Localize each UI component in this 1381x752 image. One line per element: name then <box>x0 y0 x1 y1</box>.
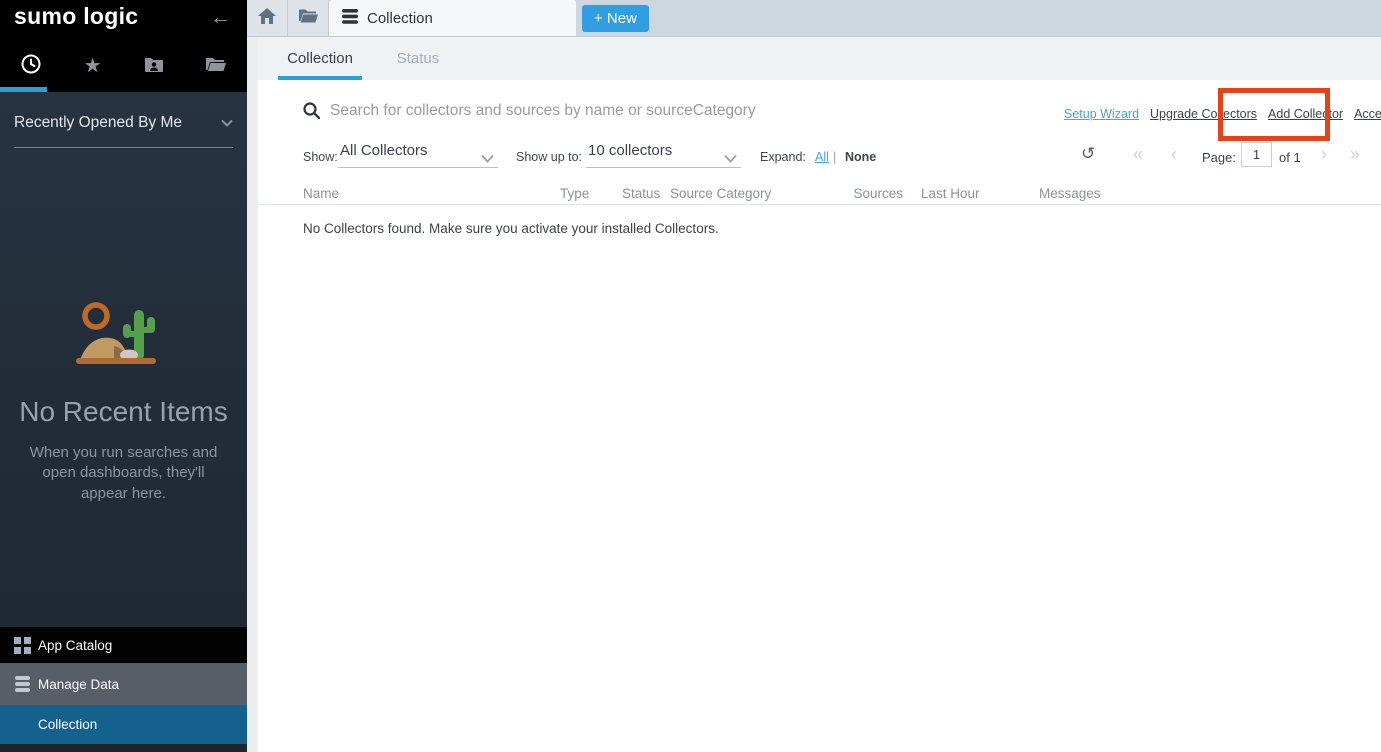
grid-icon <box>14 637 38 654</box>
sidebar-icon-tabs: ★ <box>0 48 247 84</box>
sumo-logic-logo: sumo logic <box>14 3 138 30</box>
tab-collection-page[interactable]: Collection <box>329 0 576 36</box>
star-icon: ★ <box>84 56 102 76</box>
database-icon <box>342 9 358 28</box>
page-tabs: Collection Status <box>258 37 1381 80</box>
tab-favorites[interactable]: ★ <box>62 48 124 84</box>
nav-label: Manage Data <box>38 677 119 692</box>
no-recent-items-title: No Recent Items <box>0 396 247 428</box>
folder-icon <box>206 56 226 77</box>
desert-illustration <box>0 298 247 370</box>
col-sources: Sources <box>853 186 903 201</box>
add-collector-link[interactable]: Add Collector <box>1268 107 1343 121</box>
setup-wizard-link[interactable]: Setup Wizard <box>1064 107 1139 121</box>
tab-label: Collection <box>367 10 433 27</box>
collectors-table-header: Name Type Status Source Category Sources… <box>258 183 1381 205</box>
open-folder-icon <box>299 8 318 28</box>
last-page-icon[interactable]: » <box>1350 144 1360 165</box>
tab-status-label: Status <box>397 50 440 67</box>
col-name: Name <box>303 186 339 201</box>
sun-icon <box>85 305 107 327</box>
main-area: Collection + New Collection Status <box>247 0 1381 752</box>
chevron-down-icon <box>481 150 494 168</box>
first-page-icon[interactable]: « <box>1133 144 1143 165</box>
show-dropdown-value: All Collectors <box>338 142 428 159</box>
access-keys-link[interactable]: Access Keys <box>1354 107 1381 121</box>
database-icon <box>14 676 38 692</box>
content-column: Collection Status Setup Wizard Upgrade C… <box>258 37 1381 752</box>
page-of-label: of 1 <box>1279 150 1301 165</box>
upgrade-collectors-link[interactable]: Upgrade Collectors <box>1150 107 1257 121</box>
tab-collection-label: Collection <box>287 50 353 67</box>
refresh-icon[interactable]: ↻ <box>1081 144 1095 164</box>
sidebar-item-collection[interactable]: Collection <box>0 705 247 744</box>
sidebar-header: sumo logic ← ★ <box>0 0 247 92</box>
new-button[interactable]: + New <box>582 5 649 32</box>
ground-shape <box>76 358 156 364</box>
show-up-to-label: Show up to: <box>516 150 582 164</box>
expand-none-link[interactable]: None <box>845 150 876 164</box>
tab-library[interactable] <box>185 48 247 84</box>
sidebar: sumo logic ← ★ <box>0 0 247 752</box>
sidebar-item-app-catalog[interactable]: App Catalog <box>0 627 247 663</box>
user-folder-icon <box>144 55 164 78</box>
col-status: Status <box>622 186 660 201</box>
col-source-category: Source Category <box>670 186 771 201</box>
next-page-icon[interactable]: › <box>1321 144 1327 165</box>
tab-recent[interactable] <box>0 48 62 84</box>
chevron-down-icon <box>724 150 737 168</box>
sidebar-item-manage-data[interactable]: Manage Data <box>0 663 247 705</box>
recent-panel: Recently Opened By Me No Recent Items Wh… <box>0 92 247 627</box>
no-recent-items-message: When you run searches and open dashboard… <box>0 443 247 504</box>
nav-label: App Catalog <box>38 638 112 653</box>
tab-collection[interactable]: Collection <box>278 37 362 80</box>
search-input[interactable] <box>330 98 760 124</box>
page-input[interactable] <box>1241 142 1272 167</box>
expand-separator: | <box>833 150 836 164</box>
tab-status[interactable]: Status <box>388 37 448 80</box>
collapse-sidebar-icon[interactable]: ← <box>210 6 231 30</box>
home-icon <box>258 8 276 29</box>
home-button[interactable] <box>247 0 288 36</box>
recently-opened-label: Recently Opened By Me <box>14 114 182 132</box>
sidebar-nav: App Catalog Manage Data Collection <box>0 627 247 752</box>
lower-region: Collection Status Setup Wizard Upgrade C… <box>247 37 1381 752</box>
show-label: Show: <box>303 150 338 164</box>
empty-collectors-message: No Collectors found. Make sure you activ… <box>303 221 719 236</box>
library-button[interactable] <box>288 0 329 36</box>
show-up-to-dropdown[interactable]: 10 collectors <box>586 142 741 168</box>
collection-content: Setup Wizard Upgrade Collectors Add Coll… <box>258 80 1381 752</box>
prev-page-icon[interactable]: ‹ <box>1171 144 1177 165</box>
show-dropdown[interactable]: All Collectors <box>338 142 498 168</box>
toolbar-links: Setup Wizard Upgrade Collectors Add Coll… <box>1064 107 1381 121</box>
col-last-hour: Last Hour <box>921 186 980 201</box>
recently-opened-dropdown[interactable]: Recently Opened By Me <box>14 114 233 148</box>
nav-label: Collection <box>38 717 97 732</box>
clock-icon <box>20 53 42 80</box>
top-tab-bar: Collection + New <box>247 0 1381 37</box>
expand-label: Expand: <box>760 150 806 164</box>
sidebar-footer <box>0 744 247 752</box>
chevron-down-icon <box>221 114 233 132</box>
sidebar-gutter <box>247 37 258 752</box>
tab-shared-content[interactable] <box>124 48 186 84</box>
page-label: Page: <box>1202 150 1236 165</box>
search-icon <box>303 102 320 124</box>
col-messages: Messages <box>1039 186 1101 201</box>
show-up-to-dropdown-value: 10 collectors <box>586 142 672 159</box>
expand-all-link[interactable]: All <box>815 150 829 164</box>
col-type: Type <box>560 186 589 201</box>
